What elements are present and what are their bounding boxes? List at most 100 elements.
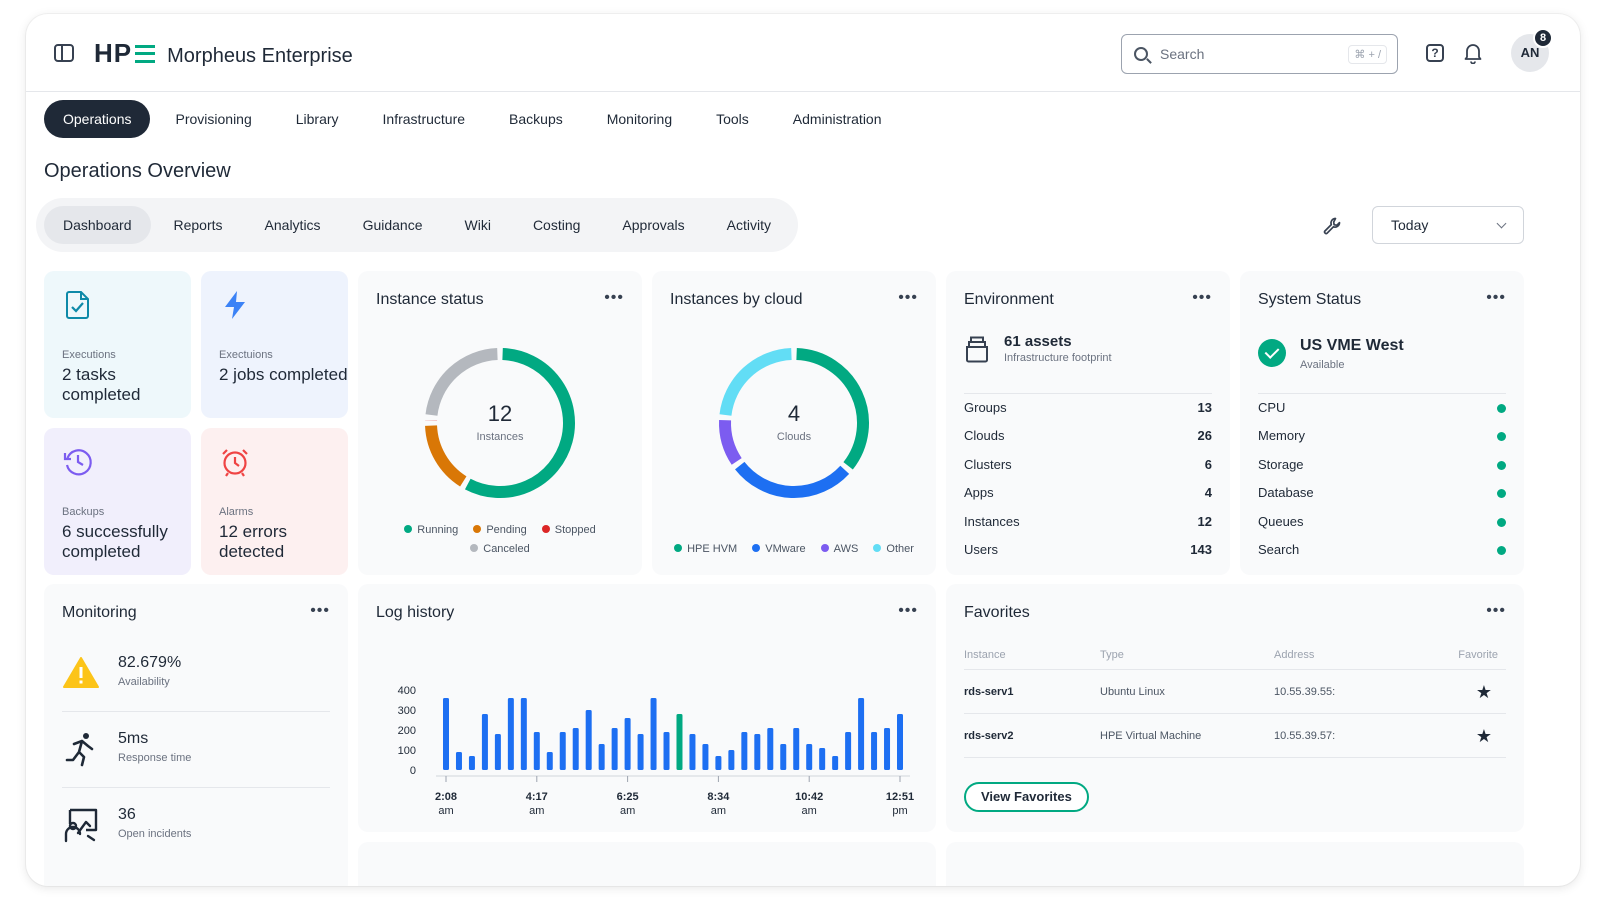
- log-bar[interactable]: [793, 728, 800, 770]
- log-bar[interactable]: [806, 744, 813, 770]
- sub-tab-reports[interactable]: Reports: [155, 206, 242, 244]
- sub-tab-analytics[interactable]: Analytics: [246, 206, 340, 244]
- log-bar[interactable]: [455, 752, 462, 770]
- cloud-slice-vmware[interactable]: [735, 461, 850, 498]
- tile-backups[interactable]: Backups 6 successfully completed: [44, 428, 191, 575]
- x-tick-label: 6:25: [617, 791, 639, 803]
- bell-icon[interactable]: [1463, 42, 1483, 64]
- legend-label: Other: [886, 543, 914, 555]
- alarm-icon: [222, 449, 248, 477]
- sub-tab-dashboard[interactable]: Dashboard: [44, 206, 151, 244]
- more-options-icon[interactable]: •••: [898, 290, 918, 306]
- main-tab-library[interactable]: Library: [277, 100, 358, 138]
- user-avatar[interactable]: AN 8: [1511, 28, 1553, 72]
- log-bar[interactable]: [858, 698, 865, 770]
- log-bar[interactable]: [650, 698, 657, 770]
- log-bar[interactable]: [494, 734, 501, 770]
- log-bar[interactable]: [689, 734, 696, 770]
- log-bar[interactable]: [468, 756, 475, 770]
- tile-alarms[interactable]: Alarms 12 errors detected: [201, 428, 348, 575]
- log-bar[interactable]: [624, 718, 631, 770]
- brand-logo[interactable]: HP Morpheus Enterprise: [94, 38, 353, 69]
- search-input[interactable]: [1160, 43, 1340, 65]
- log-bar[interactable]: [572, 728, 579, 770]
- legend-dot: [404, 525, 413, 533]
- log-bar[interactable]: [754, 734, 761, 770]
- tile-value: 2 jobs completed: [219, 365, 348, 384]
- tile-value: 2 tasks completed: [62, 365, 141, 404]
- log-bar[interactable]: [443, 698, 449, 770]
- log-bar[interactable]: [585, 710, 592, 770]
- sub-tab-activity[interactable]: Activity: [708, 206, 790, 244]
- log-bar[interactable]: [715, 756, 722, 770]
- log-bar[interactable]: [897, 714, 903, 770]
- warning-icon: [63, 657, 99, 688]
- instance-status-donut: [425, 348, 575, 498]
- log-bar[interactable]: [819, 748, 826, 770]
- log-bar[interactable]: [520, 698, 527, 770]
- sub-tab-costing[interactable]: Costing: [514, 206, 599, 244]
- more-options-icon[interactable]: •••: [1486, 603, 1506, 619]
- search-box[interactable]: ⌘ + /: [1121, 34, 1398, 74]
- main-tab-backups[interactable]: Backups: [490, 100, 582, 138]
- log-bar[interactable]: [832, 756, 839, 770]
- system-status-card: System Status ••• US VME West Available …: [1240, 271, 1524, 575]
- log-bar[interactable]: [845, 732, 852, 770]
- help-icon[interactable]: ?: [1426, 44, 1444, 62]
- status-row-key: Storage: [1258, 457, 1304, 472]
- main-tab-provisioning[interactable]: Provisioning: [156, 100, 270, 138]
- x-tick-label: 8:34: [707, 791, 730, 803]
- more-options-icon[interactable]: •••: [310, 603, 330, 619]
- star-icon[interactable]: ★: [1476, 714, 1492, 758]
- more-options-icon[interactable]: •••: [1486, 290, 1506, 306]
- sub-tab-wiki[interactable]: Wiki: [446, 206, 510, 244]
- main-tab-operations[interactable]: Operations: [44, 100, 151, 138]
- log-bar[interactable]: [884, 728, 891, 770]
- tile-executions-tasks[interactable]: Executions 2 tasks completed: [44, 271, 191, 418]
- log-bar[interactable]: [663, 732, 670, 770]
- log-bar[interactable]: [702, 744, 709, 770]
- date-range-select[interactable]: Today: [1372, 206, 1524, 244]
- legend-dot: [674, 544, 683, 552]
- log-bar[interactable]: [546, 752, 553, 770]
- log-bar[interactable]: [741, 732, 748, 770]
- main-tab-tools[interactable]: Tools: [697, 100, 768, 138]
- log-bar[interactable]: [637, 734, 644, 770]
- search-shortcut-hint: ⌘ + /: [1348, 45, 1387, 64]
- instance-type: Ubuntu Linux: [1100, 686, 1165, 698]
- log-bar[interactable]: [559, 732, 566, 770]
- more-options-icon[interactable]: •••: [1192, 290, 1212, 306]
- search-icon: [1134, 47, 1148, 61]
- table-row[interactable]: rds-serv1 Ubuntu Linux 10.55.39.55: ★: [964, 670, 1506, 714]
- more-options-icon[interactable]: •••: [898, 603, 918, 619]
- legend-label: HPE HVM: [687, 543, 738, 555]
- status-row-key: Search: [1258, 542, 1300, 557]
- log-bar[interactable]: [481, 714, 488, 770]
- status-ok-dot: [1497, 461, 1506, 470]
- sub-tab-guidance[interactable]: Guidance: [344, 206, 442, 244]
- main-tab-infrastructure[interactable]: Infrastructure: [364, 100, 484, 138]
- main-tab-monitoring[interactable]: Monitoring: [588, 100, 691, 138]
- log-bar[interactable]: [767, 728, 774, 770]
- log-bar[interactable]: [871, 732, 878, 770]
- log-bar[interactable]: [676, 714, 683, 770]
- wrench-icon[interactable]: [1322, 216, 1342, 236]
- log-bar[interactable]: [780, 744, 787, 770]
- main-tab-administration[interactable]: Administration: [774, 100, 901, 138]
- status-row-database: Database: [1258, 479, 1506, 507]
- sub-tab-approvals[interactable]: Approvals: [603, 206, 703, 244]
- hpe-logo-mark: HP: [94, 38, 156, 69]
- sidebar-toggle-icon[interactable]: [54, 44, 74, 62]
- log-bar[interactable]: [533, 732, 540, 770]
- log-bar[interactable]: [507, 698, 514, 770]
- tile-executions-jobs[interactable]: Exectuions 2 jobs completed: [201, 271, 348, 418]
- log-bar[interactable]: [598, 744, 605, 770]
- star-icon[interactable]: ★: [1476, 670, 1492, 714]
- env-row-value: 12: [1197, 514, 1212, 529]
- log-bar[interactable]: [728, 750, 735, 770]
- more-options-icon[interactable]: •••: [604, 290, 624, 306]
- view-favorites-button[interactable]: View Favorites: [964, 782, 1089, 812]
- log-bar[interactable]: [611, 728, 618, 770]
- y-tick-label: 0: [410, 765, 416, 777]
- table-row[interactable]: rds-serv2 HPE Virtual Machine 10.55.39.5…: [964, 714, 1506, 758]
